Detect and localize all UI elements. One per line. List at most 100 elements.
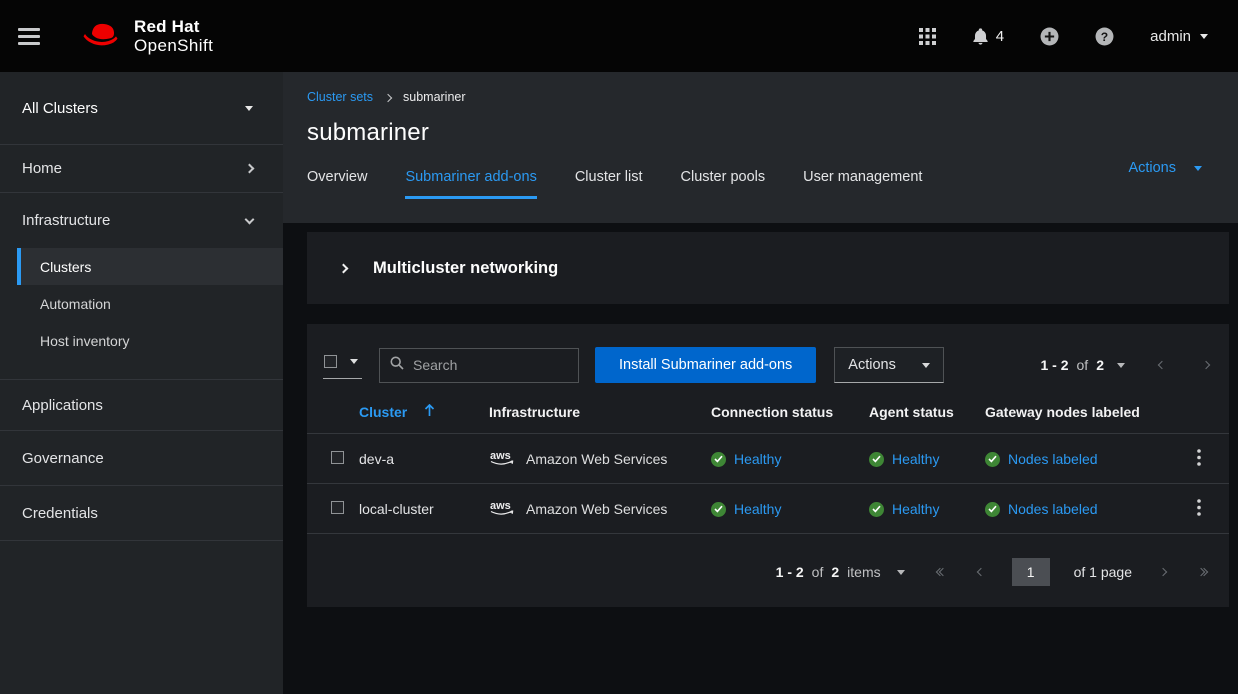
- breadcrumb: Cluster sets submariner: [307, 90, 1214, 104]
- table-row: local-cluster aws: [307, 484, 1229, 534]
- infrastructure-subnav: Clusters Automation Host inventory: [0, 248, 283, 379]
- breadcrumb-separator-icon: [384, 93, 392, 101]
- gateway-nodes-link[interactable]: Nodes labeled: [1008, 501, 1098, 517]
- sidebar-item-home[interactable]: Home: [0, 145, 283, 193]
- page-header: Cluster sets submariner submariner Actio…: [283, 72, 1238, 223]
- tab-user-management[interactable]: User management: [803, 169, 922, 199]
- connection-status-link[interactable]: Healthy: [734, 501, 781, 517]
- row-kebab-menu[interactable]: [1191, 495, 1207, 523]
- gateway-nodes-link[interactable]: Nodes labeled: [1008, 451, 1098, 467]
- first-page-button[interactable]: [933, 565, 950, 579]
- check-circle-icon: [869, 502, 884, 517]
- current-page-input[interactable]: [1012, 558, 1050, 586]
- user-menu[interactable]: admin: [1150, 28, 1208, 45]
- check-circle-icon: [869, 452, 884, 467]
- select-all-checkbox[interactable]: [324, 355, 337, 368]
- sidebar: All Clusters Home Infrastructure Cluster…: [0, 72, 283, 694]
- sort-arrow-up-icon: [424, 404, 435, 420]
- notifications-button[interactable]: 4: [972, 28, 1004, 45]
- table-actions-dropdown[interactable]: Actions: [834, 347, 944, 383]
- column-header-actions: [1167, 390, 1229, 434]
- caret-down-icon: [350, 359, 358, 364]
- breadcrumb-current: submariner: [403, 90, 466, 104]
- multicluster-networking-card: Multicluster networking: [307, 232, 1229, 304]
- infrastructure-provider: Amazon Web Services: [526, 501, 667, 517]
- row-checkbox[interactable]: [331, 501, 344, 514]
- page-content: Multicluster networking: [283, 223, 1238, 694]
- column-header-agent-status[interactable]: Agent status: [861, 390, 977, 434]
- angle-left-icon: [1158, 361, 1166, 369]
- pagination-menu-toggle[interactable]: 1 - 2 of 2: [1041, 357, 1126, 373]
- page-actions-dropdown[interactable]: Actions: [1128, 160, 1202, 176]
- angle-right-icon: [1202, 361, 1210, 369]
- check-circle-icon: [985, 502, 1000, 517]
- column-header-cluster[interactable]: Cluster: [351, 390, 481, 434]
- bell-icon: [972, 28, 989, 45]
- section-title: Multicluster networking: [373, 259, 558, 278]
- connection-status: Healthy: [711, 501, 781, 517]
- column-header-gateway-nodes[interactable]: Gateway nodes labeled: [977, 390, 1167, 434]
- brand-logo: Red Hat OpenShift: [78, 17, 213, 56]
- clusters-table-card: Install Submariner add-ons Actions 1 - 2…: [307, 324, 1229, 607]
- sidebar-item-credentials[interactable]: Credentials: [0, 486, 283, 541]
- clusters-table: Cluster Infrastructure Connection sta: [307, 390, 1229, 534]
- pagination-bottom: 1 - 2 of 2 items of 1 page: [307, 537, 1229, 607]
- notification-count: 4: [996, 28, 1004, 45]
- masthead: Red Hat OpenShift 4: [0, 0, 1238, 72]
- check-circle-icon: [711, 452, 726, 467]
- bulk-select-dropdown[interactable]: [323, 351, 362, 379]
- brand-name-bottom: OpenShift: [134, 36, 213, 55]
- pagination-options-toggle[interactable]: 1 - 2 of 2 items: [776, 564, 905, 580]
- sidebar-item-applications[interactable]: Applications: [0, 379, 283, 431]
- chevron-down-icon: [245, 214, 255, 224]
- connection-status: Healthy: [711, 451, 781, 467]
- check-circle-icon: [985, 452, 1000, 467]
- tab-submariner-add-ons[interactable]: Submariner add-ons: [405, 169, 536, 199]
- check-circle-icon: [711, 502, 726, 517]
- header-checkbox-column: [307, 390, 351, 434]
- agent-status: Healthy: [869, 501, 939, 517]
- breadcrumb-link-cluster-sets[interactable]: Cluster sets: [307, 90, 373, 104]
- sidebar-item-infrastructure[interactable]: Infrastructure: [0, 193, 283, 248]
- tab-cluster-list[interactable]: Cluster list: [575, 169, 643, 199]
- tab-overview[interactable]: Overview: [307, 169, 367, 199]
- agent-status: Healthy: [869, 451, 939, 467]
- agent-status-link[interactable]: Healthy: [892, 451, 939, 467]
- tab-bar: Overview Submariner add-ons Cluster list…: [307, 169, 1214, 199]
- next-page-button[interactable]: [1199, 358, 1213, 372]
- cluster-name: dev-a: [351, 434, 481, 484]
- caret-down-icon: [1117, 363, 1125, 368]
- redhat-fedora-icon: [78, 17, 124, 56]
- sidebar-item-host-inventory[interactable]: Host inventory: [17, 322, 283, 359]
- next-page-button[interactable]: [1156, 565, 1170, 579]
- table-row: dev-a aws: [307, 434, 1229, 484]
- table-toolbar: Install Submariner add-ons Actions 1 - 2…: [307, 324, 1229, 390]
- app-launcher-icon[interactable]: [919, 28, 936, 45]
- nav-toggle-icon[interactable]: [18, 24, 42, 49]
- row-checkbox[interactable]: [331, 451, 344, 464]
- sidebar-item-governance[interactable]: Governance: [0, 431, 283, 486]
- agent-status-link[interactable]: Healthy: [892, 501, 939, 517]
- aws-icon: aws: [489, 448, 516, 470]
- add-resource-icon[interactable]: [1040, 27, 1059, 46]
- help-icon[interactable]: ?: [1095, 27, 1114, 46]
- column-header-infrastructure[interactable]: Infrastructure: [481, 390, 703, 434]
- search-input[interactable]: [413, 357, 594, 373]
- caret-down-icon: [245, 106, 253, 111]
- sidebar-item-clusters[interactable]: Clusters: [17, 248, 283, 285]
- connection-status-link[interactable]: Healthy: [734, 451, 781, 467]
- tab-cluster-pools[interactable]: Cluster pools: [681, 169, 766, 199]
- last-page-button[interactable]: [1194, 565, 1211, 579]
- sidebar-item-automation[interactable]: Automation: [17, 285, 283, 322]
- cluster-context-selector[interactable]: All Clusters: [0, 72, 283, 145]
- page-count-label: of 1 page: [1074, 564, 1132, 580]
- row-kebab-menu[interactable]: [1191, 445, 1207, 473]
- caret-down-icon: [1194, 166, 1202, 171]
- column-header-connection-status[interactable]: Connection status: [703, 390, 861, 434]
- expand-section-button[interactable]: [333, 258, 353, 278]
- pagination-top: 1 - 2 of 2: [1041, 357, 1214, 373]
- install-submariner-button[interactable]: Install Submariner add-ons: [595, 347, 816, 383]
- prev-page-button[interactable]: [1155, 358, 1169, 372]
- gateway-nodes-status: Nodes labeled: [985, 451, 1098, 467]
- prev-page-button[interactable]: [974, 565, 988, 579]
